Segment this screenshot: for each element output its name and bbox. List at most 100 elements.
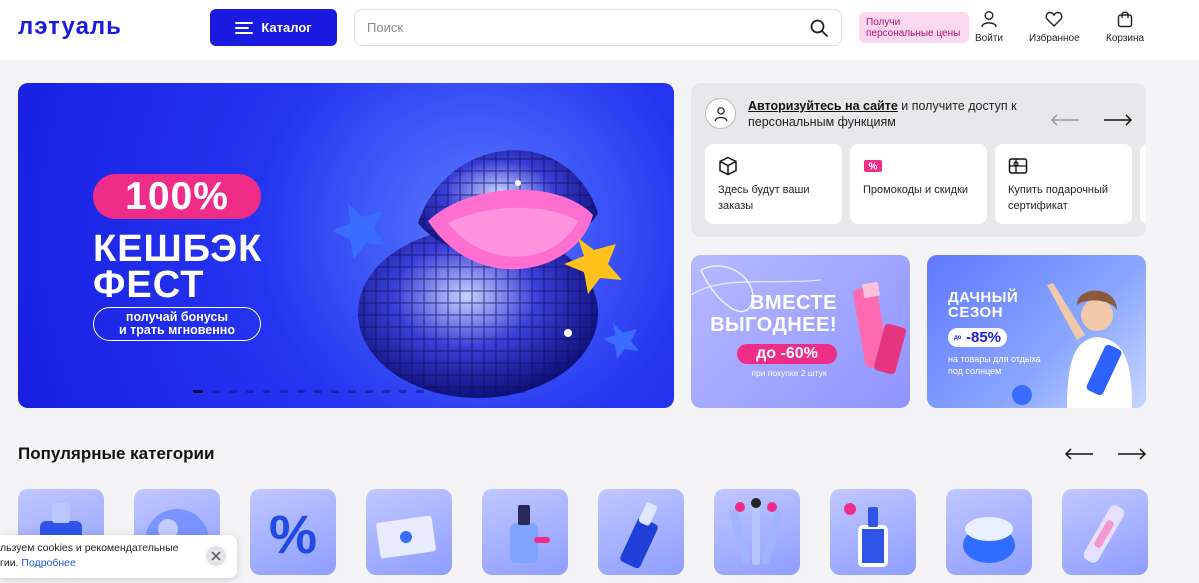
hero-title: КЕШБЭК ФЕСТ: [93, 228, 263, 306]
category-tile-cream[interactable]: [946, 489, 1032, 575]
category-tile-makeup[interactable]: [598, 489, 684, 575]
cart-button[interactable]: Корзина: [1106, 10, 1144, 44]
promo-note-line: на товары для отдыха: [948, 354, 1041, 364]
slider-dot[interactable]: [280, 390, 288, 393]
close-button[interactable]: [206, 546, 226, 566]
slider-dot[interactable]: [518, 390, 526, 393]
hero-subtitle-line: и трать мгновенно: [119, 323, 235, 337]
promo-title: ВМЕСТЕ ВЫГОДНЕЕ!: [697, 292, 837, 336]
promo-title-line: СЕЗОН: [948, 304, 1004, 321]
gift-card-icon: [1008, 158, 1028, 174]
cookie-more-link[interactable]: Подробнее: [21, 557, 75, 569]
category-tile-sale[interactable]: %: [250, 489, 336, 575]
login-button[interactable]: Войти: [975, 10, 1003, 44]
disco-ball-illustration: [332, 150, 639, 398]
slider-dots: [193, 390, 526, 393]
box-icon: [719, 156, 737, 176]
favorites-button[interactable]: Избранное: [1029, 10, 1080, 44]
category-tile-hair[interactable]: [830, 489, 916, 575]
hero-banner[interactable]: 100% КЕШБЭК ФЕСТ получай бонусы и трать …: [18, 83, 674, 408]
hero-title-line: ФЕСТ: [93, 264, 205, 306]
cart-label: Корзина: [1106, 33, 1145, 44]
badge-value: -85%: [966, 329, 1002, 346]
slider-dot[interactable]: [229, 390, 237, 393]
percent-icon: %: [269, 505, 317, 565]
user-icon: [981, 11, 997, 28]
card-label: Здесь будут ваши заказы: [718, 184, 810, 212]
login-label: Войти: [975, 33, 1003, 44]
auth-panel: Авторизуйтесь на сайте и получите доступ…: [691, 83, 1146, 237]
search-input[interactable]: [367, 20, 809, 35]
percent-tag-icon: %: [864, 160, 882, 173]
slider-dot[interactable]: [314, 390, 322, 393]
arrow-right-icon[interactable]: [1117, 448, 1147, 460]
cream-jar-icon: [963, 517, 1015, 563]
promo-title-line: ВМЕСТЕ: [750, 292, 837, 314]
heart-icon: [1045, 11, 1063, 27]
cookie-line: льзуем cookies и рекомендательные: [0, 542, 179, 554]
orders-card[interactable]: Здесь будут ваши заказы: [705, 144, 842, 224]
svg-text:лэтуаль: лэтуаль: [18, 14, 122, 40]
site-header: лэтуаль Каталог Получи персональные цены…: [0, 0, 1199, 60]
letual-logo[interactable]: лэтуаль: [18, 14, 164, 40]
slider-dot[interactable]: [246, 390, 254, 393]
cookie-line: гии.: [0, 557, 19, 569]
slider-dot[interactable]: [365, 390, 373, 393]
slider-dot[interactable]: [416, 390, 424, 393]
slider-dot[interactable]: [467, 390, 475, 393]
slider-dot[interactable]: [348, 390, 356, 393]
card-icon: [376, 515, 436, 559]
slider-dot[interactable]: [484, 390, 492, 393]
category-tile-lipgloss[interactable]: [1062, 489, 1148, 575]
slider-dot[interactable]: [450, 390, 458, 393]
category-tile-serum[interactable]: [482, 489, 568, 575]
serum-bottle-icon: [510, 505, 550, 563]
promo-title-line: ВЫГОДНЕЕ!: [710, 314, 837, 336]
promo-title-line: ДАЧНЫЙ: [948, 289, 1019, 306]
search-icon[interactable]: [809, 18, 829, 38]
cookie-text: льзуем cookies и рекомендательные гии. П…: [0, 541, 190, 571]
cookie-notice: льзуем cookies и рекомендательные гии. П…: [0, 535, 237, 578]
catalog-label: Каталог: [261, 20, 312, 35]
cart-icon: [1117, 11, 1133, 28]
personal-prices-badge[interactable]: Получи персональные цены: [859, 12, 969, 43]
promo-banner-together[interactable]: ВМЕСТЕ ВЫГОДНЕЕ! до -60% при покупке 2 ш…: [691, 255, 910, 408]
category-tile-brushes[interactable]: [714, 489, 800, 575]
slider-dot[interactable]: [399, 390, 407, 393]
hero-title-line: КЕШБЭК: [93, 228, 263, 270]
arrow-left-icon[interactable]: [1064, 448, 1094, 460]
slider-dot[interactable]: [501, 390, 509, 393]
arrow-right-icon[interactable]: [1103, 114, 1133, 126]
gift-certificate-card[interactable]: Купить подарочный сертификат: [995, 144, 1132, 224]
favorites-label: Избранное: [1029, 33, 1080, 44]
slider-dot[interactable]: [297, 390, 305, 393]
lip-gloss-icon: [1083, 505, 1125, 563]
badge-prefix: до: [954, 334, 962, 341]
auth-link[interactable]: Авторизуйтесь на сайте: [748, 99, 898, 113]
promo-note-line: под солнцем: [948, 366, 1002, 376]
promo-banner-summer[interactable]: ДАЧНЫЙ СЕЗОН до -85% на товары для отдых…: [927, 255, 1146, 408]
slider-dot[interactable]: [433, 390, 441, 393]
promocodes-card[interactable]: % Промокоды и скидки: [850, 144, 987, 224]
search-bar: [354, 9, 842, 46]
arrow-left-icon[interactable]: [1050, 114, 1080, 126]
slider-dot[interactable]: [212, 390, 220, 393]
catalog-button[interactable]: Каталог: [210, 9, 337, 46]
categories-title: Популярные категории: [18, 444, 215, 463]
auth-prompt: Авторизуйтесь на сайте и получите доступ…: [748, 98, 1048, 130]
partial-card[interactable]: [1140, 144, 1146, 224]
hero-subtitle: получай бонусы и трать мгновенно: [93, 307, 261, 341]
slider-dot[interactable]: [382, 390, 390, 393]
slider-dot[interactable]: [263, 390, 271, 393]
slider-dot[interactable]: [331, 390, 339, 393]
promo-note: при покупке 2 штук: [751, 368, 827, 378]
user-icon: [705, 98, 736, 129]
close-icon: [211, 551, 221, 561]
category-tile-gifts[interactable]: [366, 489, 452, 575]
promo-note: на товары для отдыха под солнцем: [948, 353, 1041, 377]
menu-icon: [235, 21, 254, 34]
slider-dot[interactable]: [193, 390, 203, 393]
dropper-bottle-icon: [844, 503, 888, 567]
lipstick-icon: [620, 502, 658, 569]
brushes-icon: [729, 498, 783, 565]
